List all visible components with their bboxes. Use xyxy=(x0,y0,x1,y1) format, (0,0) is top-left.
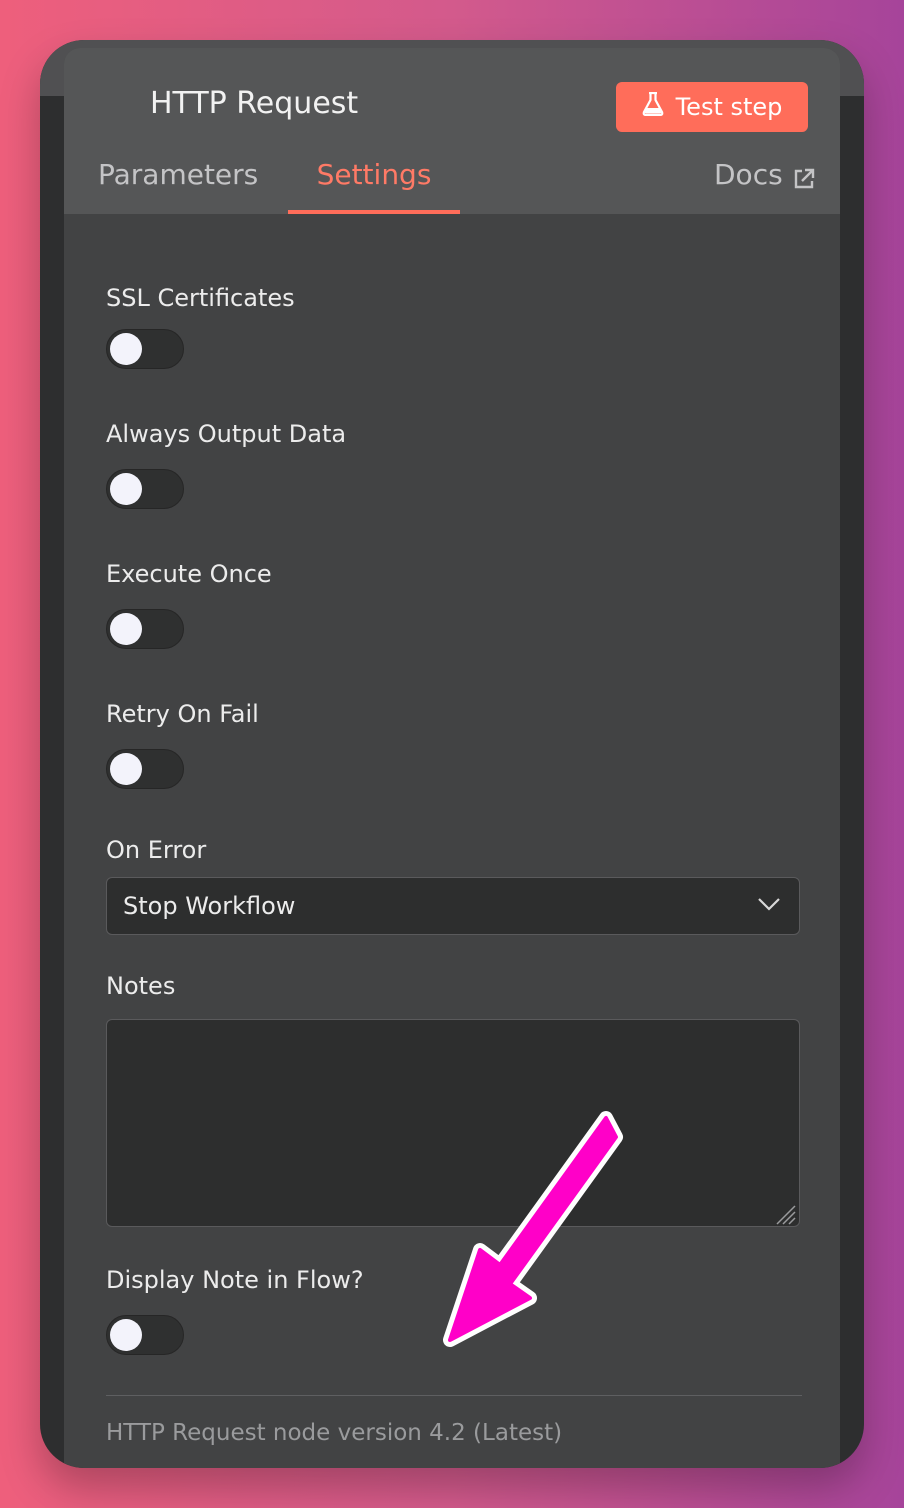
panel-header: HTTP Request Test step Parameters Settin… xyxy=(64,48,840,214)
retry-on-fail-label: Retry On Fail xyxy=(106,700,259,728)
always-output-data-toggle[interactable] xyxy=(106,469,184,509)
tab-parameters[interactable]: Parameters xyxy=(98,158,258,214)
toggle-knob xyxy=(110,1319,142,1351)
device-frame: HTTP Request Test step Parameters Settin… xyxy=(40,40,864,1468)
node-title: HTTP Request xyxy=(150,86,359,121)
on-error-label: On Error xyxy=(106,836,207,864)
tab-settings[interactable]: Settings xyxy=(288,158,460,214)
toggle-knob xyxy=(110,753,142,785)
node-version-text: HTTP Request node version 4.2 (Latest) xyxy=(106,1420,563,1446)
footer-divider xyxy=(106,1395,802,1396)
toggle-knob xyxy=(110,333,142,365)
execute-once-toggle[interactable] xyxy=(106,609,184,649)
display-note-toggle[interactable] xyxy=(106,1315,184,1355)
chevron-down-icon xyxy=(757,896,781,916)
node-settings-panel: HTTP Request Test step Parameters Settin… xyxy=(64,48,840,1468)
tab-parameters-label: Parameters xyxy=(98,158,259,191)
ssl-certificates-toggle[interactable] xyxy=(106,329,184,369)
tab-settings-label: Settings xyxy=(316,158,432,191)
always-output-data-label: Always Output Data xyxy=(106,420,347,448)
external-link-icon xyxy=(793,164,815,197)
flask-icon xyxy=(642,91,664,122)
resize-handle-icon[interactable] xyxy=(772,1201,838,1468)
display-note-label: Display Note in Flow? xyxy=(106,1266,364,1294)
notes-textarea[interactable] xyxy=(106,1019,800,1227)
execute-once-label: Execute Once xyxy=(106,560,272,588)
ssl-certificates-label: SSL Certificates xyxy=(106,284,295,312)
retry-on-fail-toggle[interactable] xyxy=(106,749,184,789)
on-error-value: Stop Workflow xyxy=(123,892,296,920)
drag-handle[interactable]: •••••• xyxy=(414,48,542,54)
drag-dots-icon: •••••• xyxy=(441,48,515,54)
toggle-knob xyxy=(110,613,142,645)
tab-docs-label: Docs xyxy=(714,158,783,191)
tab-docs[interactable]: Docs xyxy=(714,158,815,214)
test-step-button[interactable]: Test step xyxy=(616,82,808,132)
on-error-select[interactable]: Stop Workflow xyxy=(106,877,800,935)
toggle-knob xyxy=(110,473,142,505)
test-step-label: Test step xyxy=(675,93,783,121)
notes-label: Notes xyxy=(106,972,176,1000)
tabs-row: Parameters Settings Docs xyxy=(64,158,840,214)
